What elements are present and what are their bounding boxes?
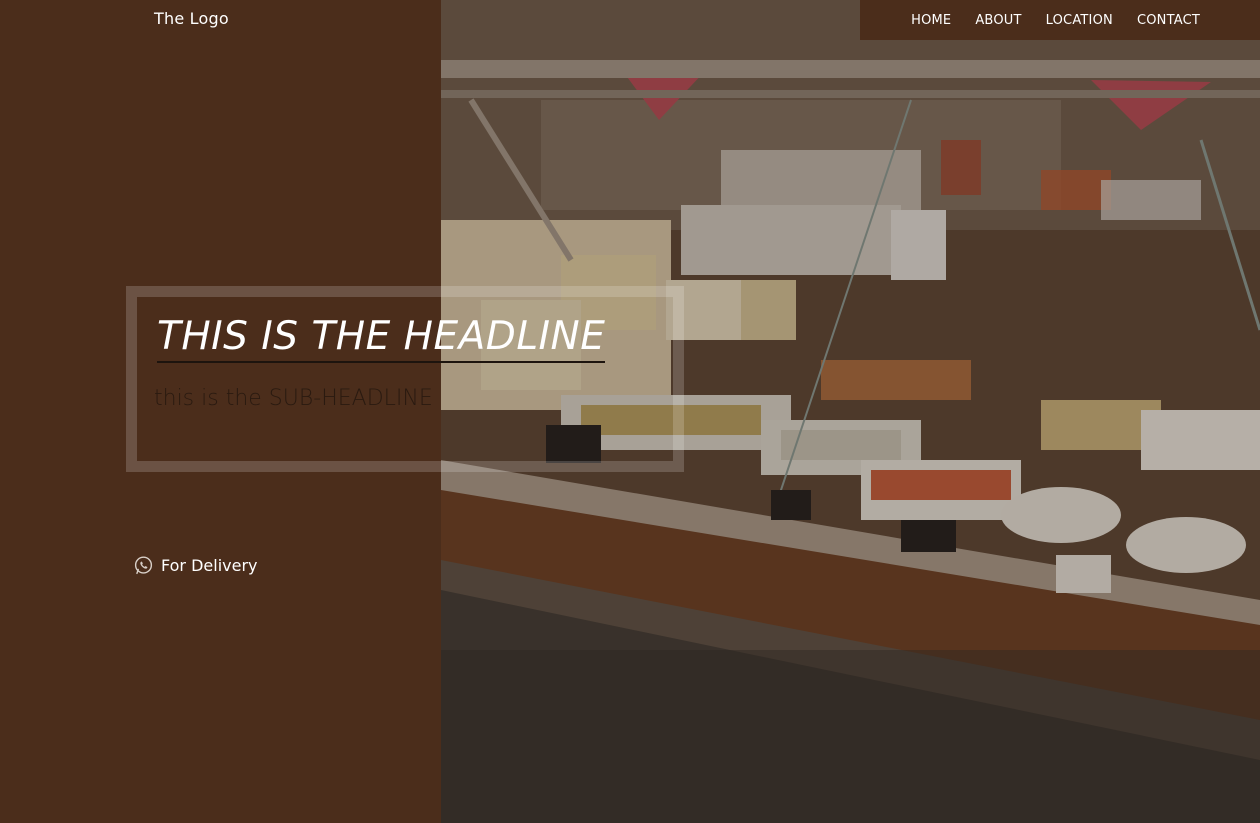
nav-item-location[interactable]: LOCATION xyxy=(1046,13,1113,28)
main-nav: HOME ABOUT LOCATION CONTACT xyxy=(860,0,1260,40)
hero-headline: THIS IS THE HEADLINE xyxy=(157,314,606,363)
whatsapp-icon xyxy=(133,555,154,576)
delivery-link[interactable]: For Delivery xyxy=(133,555,258,576)
nav-item-contact[interactable]: CONTACT xyxy=(1137,13,1200,28)
nav-item-about[interactable]: ABOUT xyxy=(975,13,1021,28)
delivery-label: For Delivery xyxy=(161,556,258,575)
hero-subheadline: this is the SUB-HEADLINE xyxy=(154,386,433,411)
site-logo[interactable]: The Logo xyxy=(154,9,229,28)
nav-item-home[interactable]: HOME xyxy=(911,13,951,28)
